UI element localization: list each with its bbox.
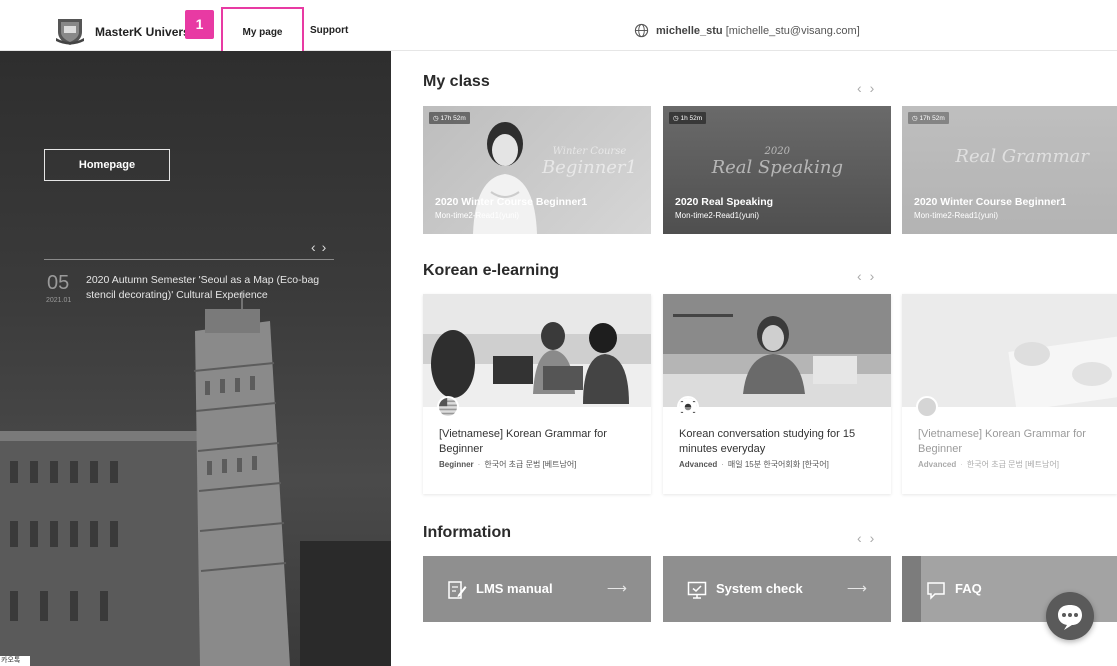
- information-nav-arrows[interactable]: ‹›: [857, 530, 882, 546]
- university-crest-icon[interactable]: [54, 16, 86, 46]
- my-class-nav-arrows[interactable]: ‹›: [857, 80, 882, 96]
- edit-document-icon: [448, 581, 467, 599]
- course-card[interactable]: [Vietnamese] Korean Grammar for Beginner…: [423, 294, 651, 494]
- news-date: 2021.01: [46, 297, 72, 304]
- course-art-big: Real Speaking: [711, 157, 843, 178]
- lms-manual-label: LMS manual: [476, 581, 553, 596]
- course-card[interactable]: Korean conversation studying for 15 minu…: [663, 294, 891, 494]
- information-title: Information: [423, 524, 511, 541]
- step-badge: 1: [185, 10, 214, 39]
- us-flag-icon: [437, 396, 459, 418]
- system-check-card[interactable]: System check ⟶: [663, 556, 891, 622]
- arrow-right-icon: ⟶: [606, 580, 627, 596]
- nav-my-page[interactable]: My page: [221, 7, 304, 57]
- class-card[interactable]: ◷ 17h 52m Winter Course Beginner1 2020 Wi…: [423, 106, 651, 234]
- globe-icon[interactable]: [634, 23, 649, 38]
- carousel-fade: [902, 106, 1117, 234]
- news-nav-arrows[interactable]: ‹›: [311, 239, 332, 255]
- duration-value: 17h 52m: [440, 115, 466, 122]
- chat-icon: [1058, 605, 1082, 630]
- course-level: Beginner: [439, 460, 474, 469]
- students-photo: [423, 294, 651, 407]
- system-check-label: System check: [716, 581, 803, 596]
- class-duration: ◷ 1h 52m: [669, 112, 707, 124]
- leaning-tower-image: [0, 291, 391, 666]
- brand-name[interactable]: MasterK Univers: [95, 25, 187, 39]
- korea-flag-icon: [677, 396, 699, 418]
- course-korean-title: 한국어 초급 문법 [베트남어]: [484, 460, 577, 469]
- user-email: [michelle_stu@visang.com]: [725, 25, 860, 37]
- nav-support[interactable]: Support: [310, 25, 348, 36]
- class-title: 2020 Real Speaking: [675, 196, 774, 208]
- lms-manual-card[interactable]: LMS manual ⟶: [423, 556, 651, 622]
- course-title: Korean conversation studying for 15 minu…: [679, 428, 856, 455]
- news-day: 05: [47, 272, 70, 294]
- class-subtitle: Mon-time2-Read1(yuni): [675, 211, 760, 220]
- elearning-nav-arrows[interactable]: ‹›: [857, 268, 882, 284]
- course-level-row: Beginner · 한국어 초급 문법 [베트남어]: [439, 460, 577, 469]
- elearning-title: Korean e-learning: [423, 262, 560, 279]
- homepage-button[interactable]: Homepage: [44, 149, 170, 181]
- footer-tag: 카오톡: [0, 656, 30, 666]
- monitor-check-icon: [687, 581, 707, 599]
- user-account[interactable]: michelle_stu [michelle_stu@visang.com]: [656, 25, 860, 37]
- course-korean-title: 매일 15분 한국어회화 [한국어]: [727, 460, 829, 469]
- course-level-row: Advanced · 매일 15분 한국어회화 [한국어]: [679, 460, 829, 469]
- top-header: MasterK Univers My page 1 Support michel…: [0, 0, 1117, 57]
- divider: [44, 259, 334, 260]
- course-level: Advanced: [679, 460, 718, 469]
- course-art-text: Winter Course Beginner1: [542, 146, 637, 178]
- faq-card-edge: [902, 556, 921, 622]
- course-art-small: 2020: [764, 146, 790, 157]
- speech-bubble-icon: [927, 582, 945, 600]
- class-duration: ◷ 17h 52m: [429, 112, 470, 124]
- hero-banner: Homepage ‹› 05 2021.01 2020 Autumn Semes…: [0, 51, 391, 666]
- duration-value: 1h 52m: [680, 115, 703, 122]
- my-class-title: My class: [423, 73, 490, 90]
- course-title: [Vietnamese] Korean Grammar for Beginner: [439, 428, 607, 455]
- woman-laptop-photo: [663, 294, 891, 407]
- chat-button[interactable]: [1046, 592, 1094, 640]
- faq-label: FAQ: [955, 581, 982, 596]
- course-art-big: Beginner1: [541, 157, 637, 178]
- arrow-right-icon: ⟶: [846, 580, 867, 596]
- class-card[interactable]: ◷ 1h 52m 2020 Real Speaking 2020 Real Spe…: [663, 106, 891, 234]
- carousel-fade: [902, 294, 1117, 494]
- class-title: 2020 Winter Course Beginner1: [435, 196, 588, 208]
- news-headline[interactable]: 2020 Autumn Semester 'Seoul as a Map (Ec…: [86, 273, 326, 303]
- class-subtitle: Mon-time2-Read1(yuni): [435, 211, 520, 220]
- course-art-small: Winter Course: [552, 146, 627, 157]
- user-name: michelle_stu: [656, 25, 723, 37]
- course-art-text: 2020 Real Speaking: [712, 146, 843, 178]
